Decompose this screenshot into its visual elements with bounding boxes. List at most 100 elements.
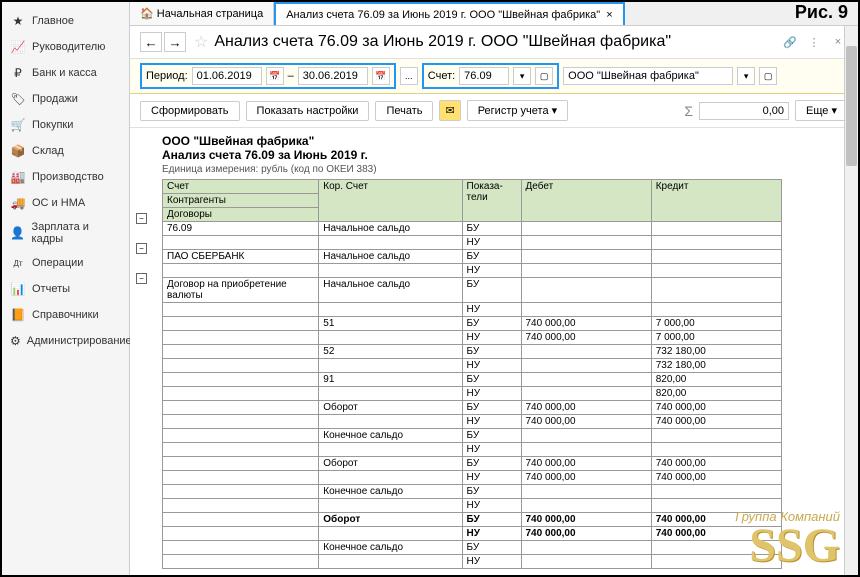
cell: 740 000,00 (651, 513, 781, 527)
cell (163, 345, 319, 359)
table-row[interactable]: НУ (163, 555, 782, 569)
cell: Договор на приобретение валюты (163, 278, 319, 303)
sidebar-label: Покупки (32, 119, 73, 131)
sidebar-item-refs[interactable]: 📙Справочники (2, 302, 129, 328)
table-row[interactable]: ОборотБУ740 000,00740 000,00 (163, 513, 782, 527)
settings-button[interactable]: Показать настройки (246, 101, 370, 121)
dropdown-icon[interactable]: ▾ (513, 67, 531, 85)
sidebar-item-bank[interactable]: ₽Банк и касса (2, 60, 129, 86)
sidebar-item-production[interactable]: 🏭Производство (2, 164, 129, 190)
cell: БУ (462, 250, 521, 264)
scrollbar-vertical[interactable] (844, 26, 858, 575)
cell: 52 (319, 345, 462, 359)
open-icon[interactable]: ▢ (535, 67, 553, 85)
table-row[interactable]: НУ740 000,007 000,00 (163, 331, 782, 345)
sidebar-label: Справочники (32, 309, 99, 321)
sidebar-item-purchase[interactable]: 🛒Покупки (2, 112, 129, 138)
tree-toggle[interactable]: − (136, 213, 147, 224)
table-row[interactable]: 91БУ820,00 (163, 373, 782, 387)
table-row[interactable]: ОборотБУ740 000,00740 000,00 (163, 457, 782, 471)
favorite-icon[interactable]: ☆ (194, 32, 208, 52)
sidebar-item-assets[interactable]: 🚚ОС и НМА (2, 190, 129, 216)
register-button[interactable]: Регистр учета ▾ (467, 100, 568, 121)
dropdown-icon[interactable]: ▾ (737, 67, 755, 85)
table-row[interactable]: НУ (163, 236, 782, 250)
cell (521, 250, 651, 264)
cell: БУ (462, 513, 521, 527)
more-icon[interactable]: ⋮ (804, 32, 824, 52)
cell (319, 303, 462, 317)
sidebar-item-salary[interactable]: 👤Зарплата и кадры (2, 216, 129, 250)
main: 🏠 Начальная страница Анализ счета 76.09 … (130, 2, 858, 575)
table-row[interactable]: Конечное сальдоБУ (163, 485, 782, 499)
table-row[interactable]: НУ740 000,00740 000,00 (163, 527, 782, 541)
tab-home[interactable]: 🏠 Начальная страница (130, 2, 274, 25)
open-icon[interactable]: ▢ (759, 67, 777, 85)
sidebar-item-warehouse[interactable]: 📦Склад (2, 138, 129, 164)
table-row[interactable]: Договор на приобретение валютыНачальное … (163, 278, 782, 303)
sidebar-label: Руководителю (32, 41, 105, 53)
tab-active[interactable]: Анализ счета 76.09 за Июнь 2019 г. ООО "… (274, 2, 624, 25)
sum-input[interactable] (699, 102, 789, 120)
table-row[interactable]: 76.09Начальное сальдоБУ (163, 222, 782, 236)
calendar-icon[interactable]: 📅 (266, 67, 284, 85)
cell (521, 387, 651, 401)
table-row[interactable]: НУ740 000,00740 000,00 (163, 471, 782, 485)
table-row[interactable]: НУ (163, 264, 782, 278)
unit-info: Единица измерения: рубль (код по ОКЕИ 38… (162, 164, 846, 175)
sidebar-item-home[interactable]: ★Главное (2, 8, 129, 34)
date-to-input[interactable] (298, 67, 368, 85)
back-button[interactable]: ← (140, 32, 162, 52)
cell (651, 429, 781, 443)
period-label: Период: (146, 70, 188, 82)
table-row[interactable]: НУ (163, 499, 782, 513)
sidebar-item-manager[interactable]: 📈Руководителю (2, 34, 129, 60)
cell: 51 (319, 317, 462, 331)
cell (521, 264, 651, 278)
cell: Начальное сальдо (319, 250, 462, 264)
more-button[interactable]: Еще ▾ (795, 100, 848, 121)
cell (319, 527, 462, 541)
table-row[interactable]: НУ820,00 (163, 387, 782, 401)
cell (521, 278, 651, 303)
table-row[interactable]: НУ732 180,00 (163, 359, 782, 373)
sidebar-label: Операции (32, 257, 83, 269)
forward-button[interactable]: → (164, 32, 186, 52)
account-input[interactable] (459, 67, 509, 85)
calendar-icon[interactable]: 📅 (372, 67, 390, 85)
sidebar-item-reports[interactable]: 📊Отчеты (2, 276, 129, 302)
table-row[interactable]: Конечное сальдоБУ (163, 429, 782, 443)
home-icon: 🏠 (140, 7, 154, 20)
form-button[interactable]: Сформировать (140, 101, 240, 121)
close-icon[interactable]: × (606, 9, 612, 21)
cell (521, 485, 651, 499)
cell: 732 180,00 (651, 345, 781, 359)
th-contracts: Договоры (163, 208, 319, 222)
table-row[interactable]: НУ (163, 443, 782, 457)
print-button[interactable]: Печать (375, 101, 433, 121)
cell: 740 000,00 (651, 415, 781, 429)
cell (651, 236, 781, 250)
org-input[interactable] (563, 67, 733, 85)
link-icon[interactable]: 🔗 (780, 32, 800, 52)
sidebar-item-admin[interactable]: ⚙Администрирование (2, 328, 129, 354)
cell: 820,00 (651, 373, 781, 387)
table-row[interactable]: НУ (163, 303, 782, 317)
report-area[interactable]: ООО "Швейная фабрика" Анализ счета 76.09… (130, 128, 858, 575)
table-row[interactable]: ОборотБУ740 000,00740 000,00 (163, 401, 782, 415)
sidebar-item-sales[interactable]: 🏷Продажи (2, 86, 129, 112)
sidebar-item-operations[interactable]: ДтОперации (2, 250, 129, 276)
tree-toggle[interactable]: − (136, 243, 147, 254)
ellipsis-button[interactable]: ... (400, 67, 418, 85)
email-button[interactable]: ✉ (439, 100, 460, 121)
tree-toggle[interactable]: − (136, 273, 147, 284)
cell: 91 (319, 373, 462, 387)
th-cor: Кор. Счет (319, 180, 462, 222)
table-row[interactable]: ПАО СБЕРБАНКНачальное сальдоБУ (163, 250, 782, 264)
table-row[interactable]: Конечное сальдоБУ (163, 541, 782, 555)
date-from-input[interactable] (192, 67, 262, 85)
scrollbar-thumb[interactable] (846, 46, 857, 166)
table-row[interactable]: 52БУ732 180,00 (163, 345, 782, 359)
table-row[interactable]: НУ740 000,00740 000,00 (163, 415, 782, 429)
table-row[interactable]: 51БУ740 000,007 000,00 (163, 317, 782, 331)
